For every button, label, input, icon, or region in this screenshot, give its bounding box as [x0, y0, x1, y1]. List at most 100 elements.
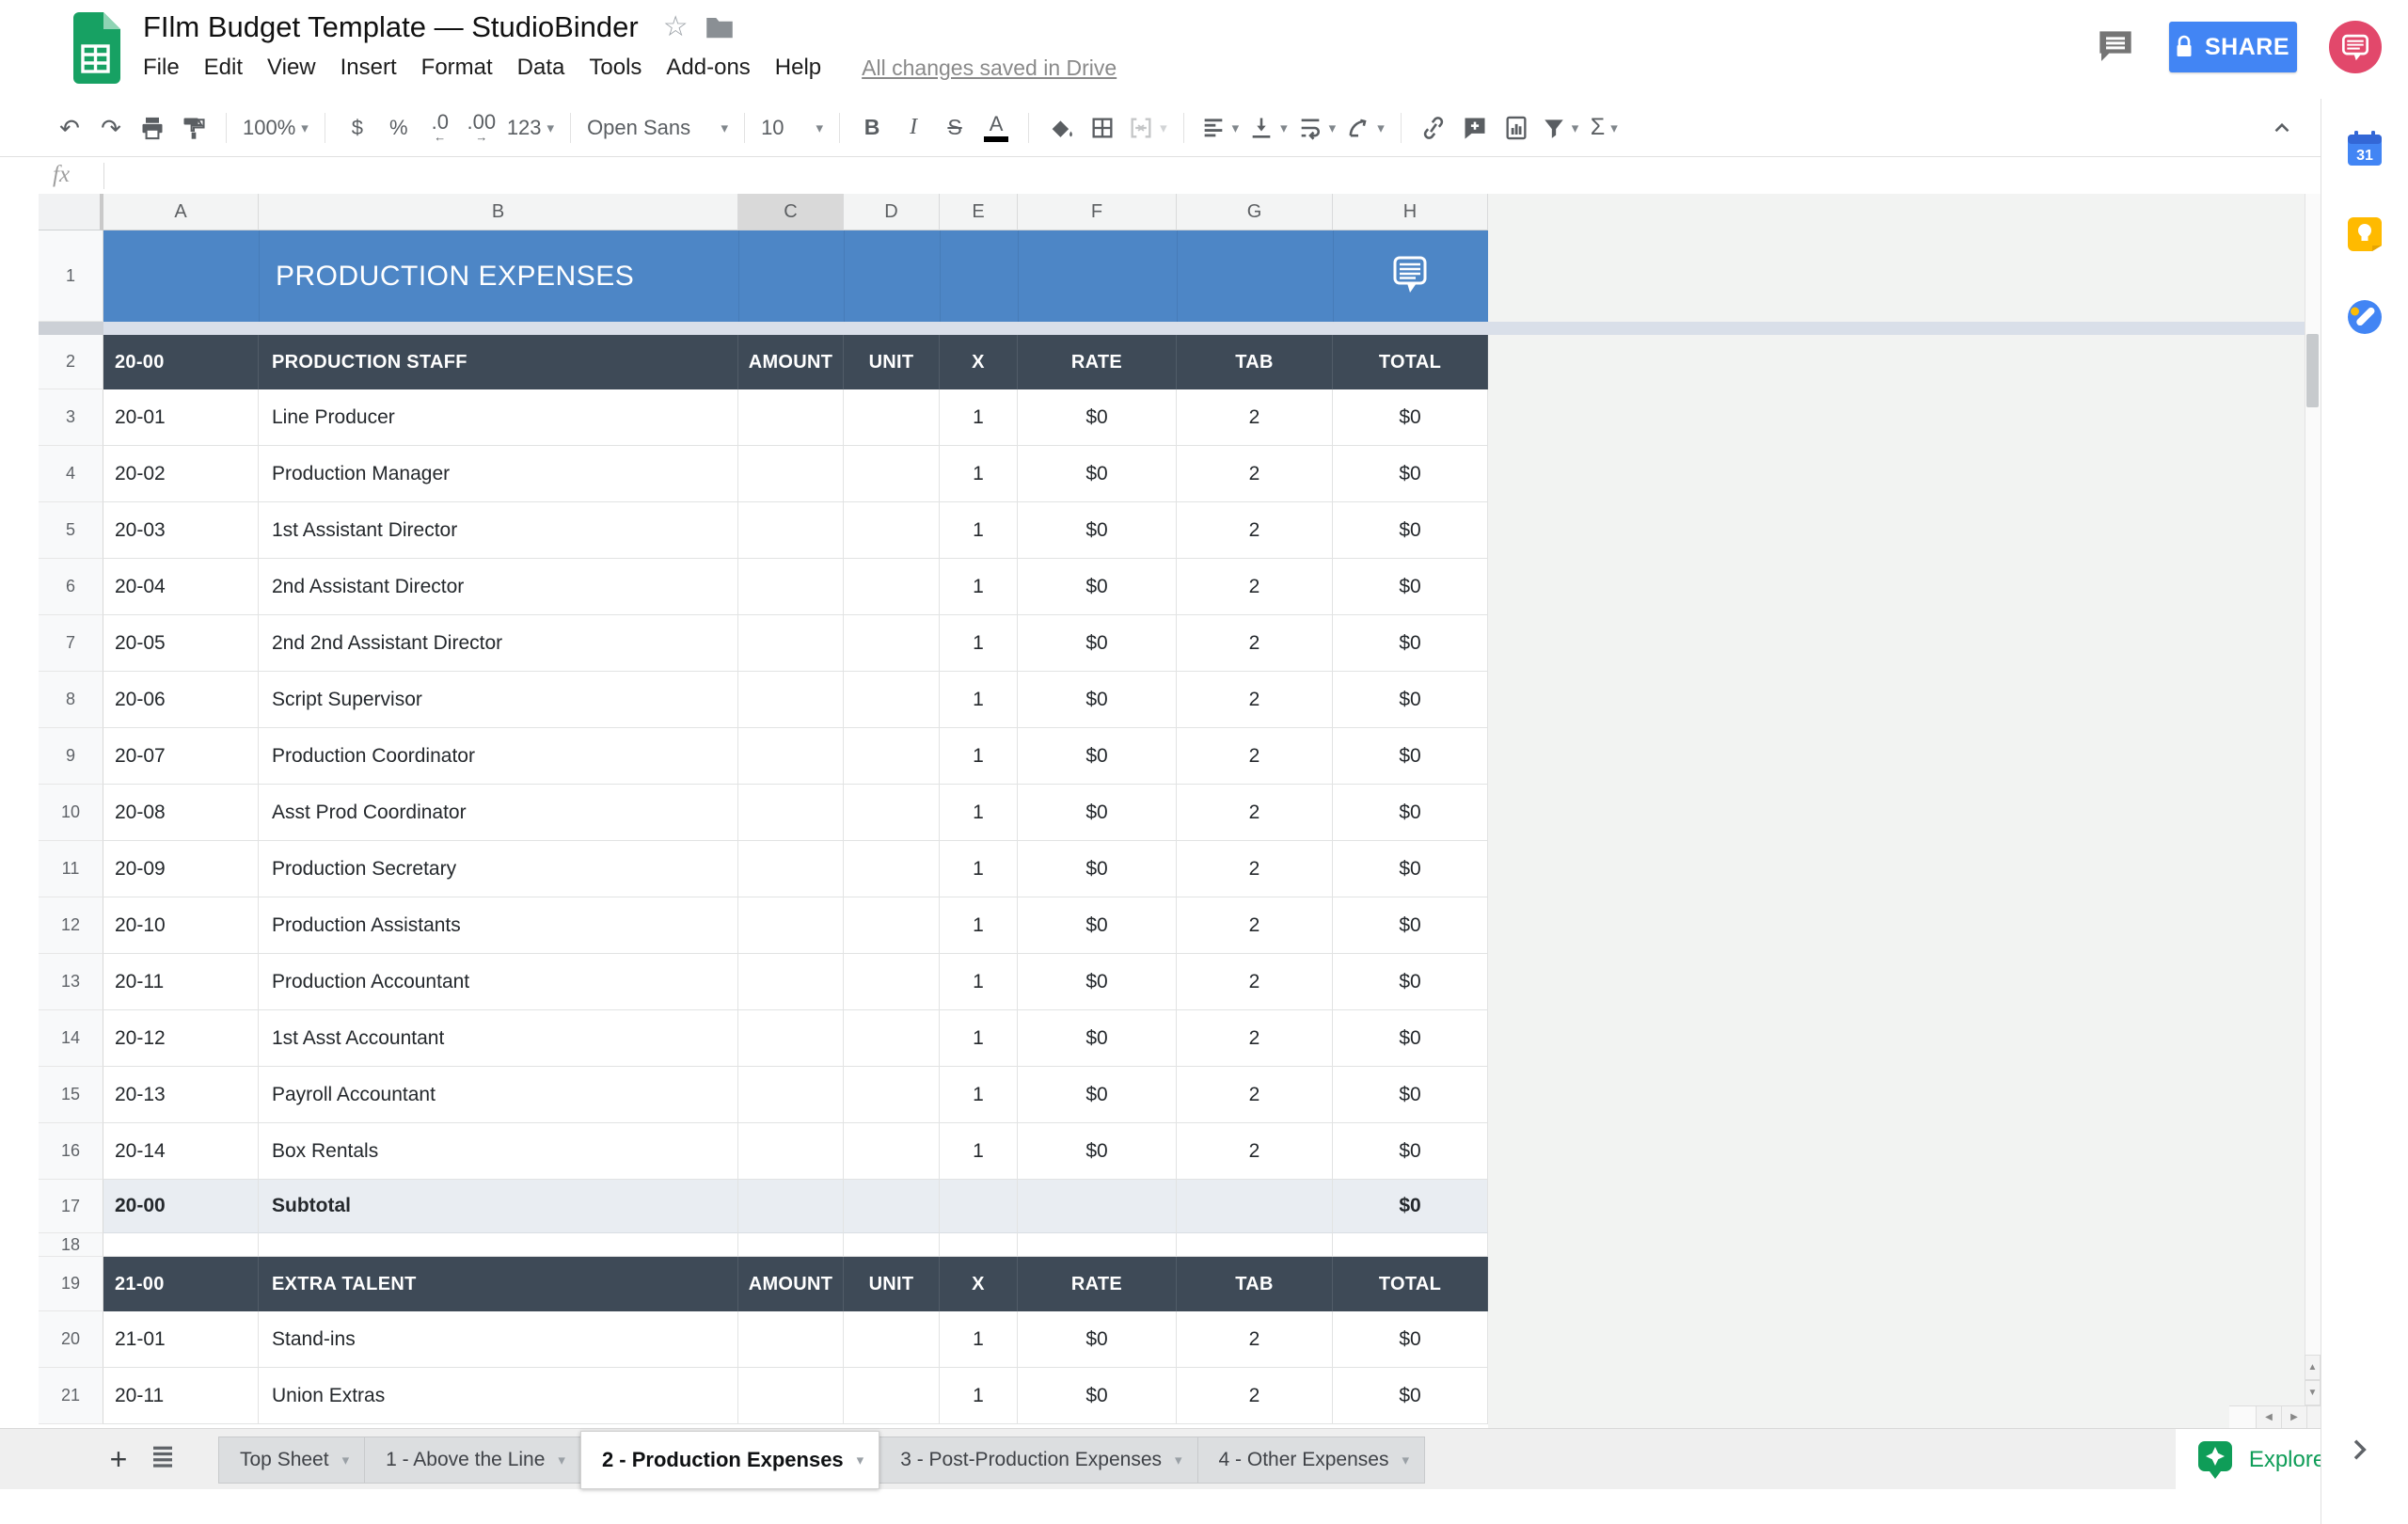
horizontal-scrollbar[interactable]: ◀ ▶	[2229, 1405, 2321, 1428]
menu-format[interactable]: Format	[409, 55, 505, 81]
cell-B18[interactable]	[259, 1233, 738, 1257]
cell-E16[interactable]: 1	[940, 1123, 1018, 1180]
collapse-toolbar-button[interactable]	[2268, 116, 2296, 145]
row-number-18[interactable]: 18	[39, 1233, 103, 1257]
tab-dropdown-icon[interactable]: ▾	[1175, 1452, 1182, 1468]
cell-D13[interactable]	[844, 954, 940, 1010]
cell-F18[interactable]	[1018, 1233, 1177, 1257]
cell-B12[interactable]: Production Assistants	[259, 897, 738, 954]
cell-G14[interactable]: 2	[1177, 1010, 1333, 1067]
cell-A5[interactable]: 20-03	[103, 502, 259, 559]
cell-A18[interactable]	[103, 1233, 259, 1257]
cell-F16[interactable]: $0	[1018, 1123, 1177, 1180]
cell-G15[interactable]: 2	[1177, 1067, 1333, 1123]
row-number-17[interactable]: 17	[39, 1180, 103, 1233]
insert-chart-button[interactable]	[1500, 109, 1532, 147]
cell-E15[interactable]: 1	[940, 1067, 1018, 1123]
cell-C3[interactable]	[738, 389, 844, 446]
cell-E11[interactable]: 1	[940, 841, 1018, 897]
scroll-down-button[interactable]: ▼	[2305, 1380, 2321, 1405]
cell-G2[interactable]: TAB	[1177, 335, 1333, 389]
column-header-A[interactable]: A	[103, 194, 259, 230]
cell-B19[interactable]: EXTRA TALENT	[259, 1257, 738, 1311]
cell-A4[interactable]: 20-02	[103, 446, 259, 502]
cell-F12[interactable]: $0	[1018, 897, 1177, 954]
cell-E20[interactable]: 1	[940, 1311, 1018, 1368]
cell-E12[interactable]: 1	[940, 897, 1018, 954]
cell-C2[interactable]: AMOUNT	[738, 335, 844, 389]
font-size-select[interactable]: 10▾	[761, 109, 823, 147]
scroll-up-button[interactable]: ▲	[2305, 1355, 2321, 1380]
cell-H18[interactable]	[1333, 1233, 1488, 1257]
cell-C10[interactable]	[738, 785, 844, 841]
cell-E13[interactable]: 1	[940, 954, 1018, 1010]
cell-H15[interactable]: $0	[1333, 1067, 1488, 1123]
collapse-panel-chevron-icon[interactable]	[2344, 1435, 2374, 1469]
sheet-tab-2-production-expenses[interactable]: 2 - Production Expenses▾	[580, 1431, 879, 1489]
cell-G21[interactable]: 2	[1177, 1368, 1333, 1424]
cell-F9[interactable]: $0	[1018, 728, 1177, 785]
cell-A9[interactable]: 20-07	[103, 728, 259, 785]
cell-E6[interactable]: 1	[940, 559, 1018, 615]
cell-B17[interactable]: Subtotal	[259, 1180, 738, 1233]
cell-C7[interactable]	[738, 615, 844, 672]
cell-F14[interactable]: $0	[1018, 1010, 1177, 1067]
cell-C12[interactable]	[738, 897, 844, 954]
format-percent-button[interactable]: %	[383, 109, 415, 147]
cell-F19[interactable]: RATE	[1018, 1257, 1177, 1311]
functions-button[interactable]: Σ▾	[1588, 109, 1620, 147]
filter-button[interactable]: ▾	[1542, 109, 1579, 147]
increase-decimals-button[interactable]: .00→	[466, 109, 498, 147]
tasks-icon[interactable]	[2346, 298, 2384, 341]
insert-link-button[interactable]	[1418, 109, 1450, 147]
undo-button[interactable]: ↶	[54, 109, 86, 147]
cell-E5[interactable]: 1	[940, 502, 1018, 559]
keep-notes-icon[interactable]	[2346, 215, 2384, 258]
cell-G7[interactable]: 2	[1177, 615, 1333, 672]
cell-D9[interactable]	[844, 728, 940, 785]
cell-E9[interactable]: 1	[940, 728, 1018, 785]
cell-C5[interactable]	[738, 502, 844, 559]
sheet-tab-4-other-expenses[interactable]: 4 - Other Expenses▾	[1197, 1437, 1425, 1484]
column-header-G[interactable]: G	[1177, 194, 1333, 230]
cell-D2[interactable]: UNIT	[844, 335, 940, 389]
cell-E14[interactable]: 1	[940, 1010, 1018, 1067]
row-number-20[interactable]: 20	[39, 1311, 103, 1368]
format-currency-button[interactable]: $	[341, 109, 373, 147]
cell-H3[interactable]: $0	[1333, 389, 1488, 446]
insert-comment-button[interactable]	[1459, 109, 1491, 147]
cell-A15[interactable]: 20-13	[103, 1067, 259, 1123]
cell-H19[interactable]: TOTAL	[1333, 1257, 1488, 1311]
cell-F20[interactable]: $0	[1018, 1311, 1177, 1368]
cell-H9[interactable]: $0	[1333, 728, 1488, 785]
cell-H10[interactable]: $0	[1333, 785, 1488, 841]
cell-C20[interactable]	[738, 1311, 844, 1368]
cell-H6[interactable]: $0	[1333, 559, 1488, 615]
cell-D14[interactable]	[844, 1010, 940, 1067]
sheet-tab-top-sheet[interactable]: Top Sheet▾	[218, 1437, 365, 1484]
cell-E21[interactable]: 1	[940, 1368, 1018, 1424]
cell-A3[interactable]: 20-01	[103, 389, 259, 446]
cell-C8[interactable]	[738, 672, 844, 728]
cell-H11[interactable]: $0	[1333, 841, 1488, 897]
share-button[interactable]: SHARE	[2169, 22, 2297, 72]
cell-A16[interactable]: 20-14	[103, 1123, 259, 1180]
cell-B20[interactable]: Stand-ins	[259, 1311, 738, 1368]
cell-C18[interactable]	[738, 1233, 844, 1257]
menu-help[interactable]: Help	[763, 55, 833, 81]
cell-E8[interactable]: 1	[940, 672, 1018, 728]
cell-B8[interactable]: Script Supervisor	[259, 672, 738, 728]
cell-D5[interactable]	[844, 502, 940, 559]
row-number-2[interactable]: 2	[39, 335, 103, 389]
cell-E7[interactable]: 1	[940, 615, 1018, 672]
row-number-9[interactable]: 9	[39, 728, 103, 785]
cell-C17[interactable]	[738, 1180, 844, 1233]
cell-D18[interactable]	[844, 1233, 940, 1257]
row-number-5[interactable]: 5	[39, 502, 103, 559]
row-number-7[interactable]: 7	[39, 615, 103, 672]
select-all-corner[interactable]	[39, 194, 103, 230]
print-button[interactable]	[136, 109, 168, 147]
row-number-12[interactable]: 12	[39, 897, 103, 954]
vertical-align-button[interactable]: ▾	[1248, 109, 1288, 147]
cell-C9[interactable]	[738, 728, 844, 785]
